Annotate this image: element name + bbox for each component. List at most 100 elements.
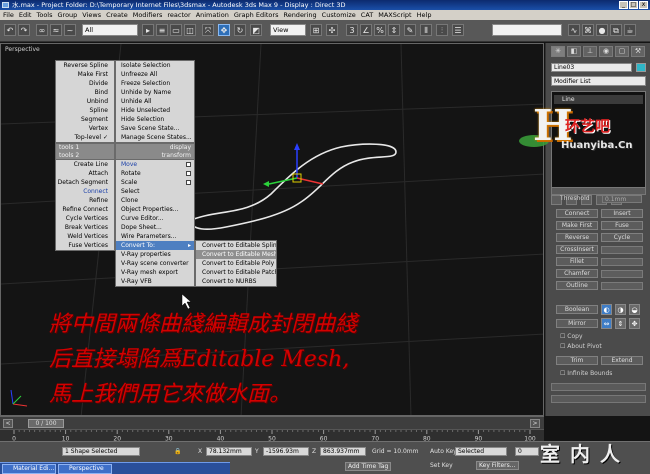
quad-item-refine-connect[interactable]: Refine Connect <box>56 205 114 214</box>
edit-named-selection-icon[interactable]: ✎ <box>404 24 416 36</box>
quad-item-unhide-all[interactable]: Unhide All <box>116 97 194 106</box>
extend-button[interactable]: Extend <box>601 356 643 365</box>
redo-icon[interactable]: ↷ <box>18 24 30 36</box>
select-and-link-icon[interactable]: ⤧ <box>202 24 214 36</box>
quad-item-convert-to[interactable]: Convert To: ▸ <box>116 241 194 250</box>
quad-item-vertex[interactable]: Vertex <box>56 124 114 133</box>
quad-item-manage-scene-states[interactable]: Manage Scene States... <box>116 133 194 142</box>
time-next-icon[interactable]: > <box>530 419 540 428</box>
menu-edit[interactable]: Edit <box>19 10 32 20</box>
schematic-view-icon[interactable]: ⌘ <box>582 24 594 36</box>
scale-settings-icon[interactable] <box>186 180 191 185</box>
quad-item-make-first[interactable]: Make First <box>56 70 114 79</box>
quad-item-unbind[interactable]: Unbind <box>56 97 114 106</box>
quad-item-dope-sheet[interactable]: Dope Sheet... <box>116 223 194 232</box>
mirror-both-icon[interactable]: ✥ <box>629 318 640 329</box>
track-bar[interactable]: 0 10 20 30 40 50 60 70 80 90 100 <box>0 429 544 442</box>
quad-item-clone[interactable]: Clone <box>116 196 194 205</box>
taskbar-material-editor[interactable]: Material Edi... <box>2 464 56 474</box>
boolean-intersect-icon[interactable]: ◒ <box>629 304 640 315</box>
quad-item-segment[interactable]: Segment <box>56 115 114 124</box>
modifier-list-dropdown[interactable]: Modifier List <box>551 76 646 86</box>
submenu-convert-nurbs[interactable]: Convert to NURBS <box>196 277 276 286</box>
close-button[interactable]: x <box>639 1 648 9</box>
menu-customize[interactable]: Customize <box>322 10 356 20</box>
quad-item-isolate-selection[interactable]: Isolate Selection <box>116 61 194 70</box>
move-settings-icon[interactable] <box>186 162 191 167</box>
lock-selection-icon[interactable]: 🔒 <box>174 448 181 455</box>
motion-tab-icon[interactable]: ◉ <box>599 46 613 57</box>
boolean-subtract-icon[interactable]: ◑ <box>615 304 626 315</box>
window-crossing-icon[interactable]: ◫ <box>184 24 196 36</box>
chamfer-spinner[interactable] <box>601 270 643 278</box>
select-and-rotate-icon[interactable]: ↻ <box>234 24 246 36</box>
quad-item-vray-mesh-export[interactable]: V-Ray mesh export <box>116 268 194 277</box>
taskbar-perspective[interactable]: Perspective <box>58 464 112 474</box>
snap-toggle-icon[interactable]: 3 <box>346 24 358 36</box>
angle-snap-icon[interactable]: ∠ <box>360 24 372 36</box>
maximize-button[interactable]: □ <box>629 1 638 9</box>
time-slider[interactable]: < 0 / 100 > <box>0 416 544 429</box>
quad-item-bind[interactable]: Bind <box>56 88 114 97</box>
perspective-viewport[interactable]: Perspective Reverse Spline Make First Di… <box>0 43 544 416</box>
reference-coordinate-dropdown[interactable]: View <box>270 24 306 36</box>
material-editor-icon[interactable]: ● <box>596 24 608 36</box>
current-frame-field[interactable]: 0 <box>515 447 539 456</box>
quad-item-hide-selection[interactable]: Hide Selection <box>116 115 194 124</box>
unlink-icon[interactable]: ≈ <box>50 24 62 36</box>
quad-item-cycle-vertices[interactable]: Cycle Vertices <box>56 214 114 223</box>
about-pivot-checkbox[interactable]: ☐ About Pivot <box>560 343 602 350</box>
quad-item-rotate[interactable]: Rotate <box>116 169 194 178</box>
select-and-scale-icon[interactable]: ◩ <box>250 24 262 36</box>
utilities-tab-icon[interactable]: ⚒ <box>631 46 645 57</box>
quad-item-vray-scene-converter[interactable]: V-Ray scene converter <box>116 259 194 268</box>
threshold-spinner[interactable]: 0.1mm <box>602 195 642 203</box>
outline-spinner[interactable] <box>601 282 643 290</box>
hierarchy-tab-icon[interactable]: ⊥ <box>583 46 597 57</box>
object-name-field[interactable]: Line03 <box>551 63 632 72</box>
quad-item-break-vertices[interactable]: Break Vertices <box>56 223 114 232</box>
align-icon[interactable]: ⫶ <box>436 24 448 36</box>
chamfer-button[interactable]: Chamfer <box>556 269 598 278</box>
pivot-center-icon[interactable]: ⊞ <box>310 24 322 36</box>
time-prev-icon[interactable]: < <box>3 419 13 428</box>
quad-item-connect[interactable]: Connect <box>56 187 114 196</box>
quad-item-save-scene-state[interactable]: Save Scene State... <box>116 124 194 133</box>
crossinsert-button[interactable]: CrossInsert <box>556 245 598 254</box>
menu-maxscript[interactable]: MAXScript <box>378 10 411 20</box>
selection-filter-dropdown[interactable]: All <box>82 24 138 36</box>
make-first-button[interactable]: Make First <box>556 221 598 230</box>
menu-modifiers[interactable]: Modifiers <box>133 10 163 20</box>
infinite-bounds-checkbox[interactable]: ☐ Infinite Bounds <box>560 370 612 377</box>
display-tab-icon[interactable]: ▢ <box>615 46 629 57</box>
quad-item-object-properties[interactable]: Object Properties... <box>116 205 194 214</box>
add-time-tag-button[interactable]: Add Time Tag <box>345 462 392 471</box>
menu-create[interactable]: Create <box>106 10 128 20</box>
key-mode-dropdown[interactable]: Selected <box>455 447 507 456</box>
quad-item-detach-segment[interactable]: Detach Segment <box>56 178 114 187</box>
quad-item-select[interactable]: Select <box>116 187 194 196</box>
layer-manager-icon[interactable]: ☰ <box>452 24 464 36</box>
time-slider-thumb[interactable]: 0 / 100 <box>28 419 64 428</box>
menu-views[interactable]: Views <box>82 10 101 20</box>
menu-cat[interactable]: CAT <box>361 10 373 20</box>
mirror-icon[interactable]: ⫴ <box>420 24 432 36</box>
quad-item-curve-editor[interactable]: Curve Editor... <box>116 214 194 223</box>
manipulate-icon[interactable]: ✣ <box>326 24 338 36</box>
modify-tab-icon[interactable]: ◧ <box>567 46 581 57</box>
quad-item-hide-unselected[interactable]: Hide Unselected <box>116 106 194 115</box>
spline-shape[interactable] <box>187 143 397 231</box>
menu-graph-editors[interactable]: Graph Editors <box>234 10 279 20</box>
quick-render-icon[interactable]: ☕ <box>624 24 636 36</box>
minimize-button[interactable]: _ <box>619 1 628 9</box>
quad-item-create-line[interactable]: Create Line <box>56 160 114 169</box>
quad-item-wire-parameters[interactable]: Wire Parameters... <box>116 232 194 241</box>
select-and-move-icon[interactable]: ✥ <box>218 24 230 36</box>
rotate-settings-icon[interactable] <box>186 171 191 176</box>
y-coord-field[interactable]: -1596.93m <box>263 447 309 456</box>
z-coord-field[interactable]: 863.937mm <box>320 447 366 456</box>
boolean-union-icon[interactable]: ◐ <box>601 304 612 315</box>
fillet-button[interactable]: Fillet <box>556 257 598 266</box>
key-filters-button[interactable]: Key Filters... <box>476 461 519 470</box>
fillet-spinner[interactable] <box>601 258 643 266</box>
